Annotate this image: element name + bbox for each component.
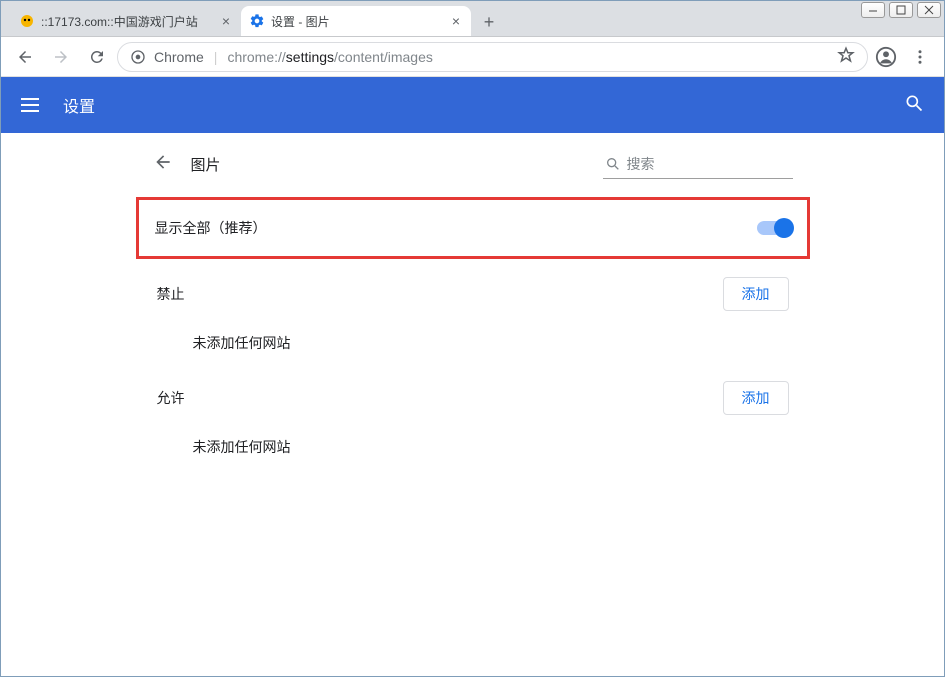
page-title: 图片 [191,154,221,175]
menu-icon[interactable] [21,98,45,112]
tab-0-close-icon[interactable]: × [219,13,233,29]
inline-search-input[interactable]: 搜索 [603,150,793,179]
profile-avatar-icon[interactable] [872,43,900,71]
settings-card: 图片 搜索 显示全部（推荐） 禁止 添加 未添加任何网站 允许 添加 未添加任何… [133,133,813,485]
inline-search-placeholder: 搜索 [627,154,655,174]
tab-1[interactable]: 设置 - 图片 × [241,6,471,36]
tab-1-title: 设置 - 图片 [271,13,443,30]
show-all-row: 显示全部（推荐） [136,197,810,259]
tab-0[interactable]: ::17173.com::中国游戏门户站 × [11,6,241,36]
allow-empty-text: 未添加任何网站 [157,437,789,457]
tab-1-favicon-icon [249,13,265,29]
tab-strip: ::17173.com::中国游戏门户站 × 设置 - 图片 × + [1,1,944,37]
minimize-button[interactable] [861,2,885,18]
block-add-button[interactable]: 添加 [723,277,789,311]
window-controls [857,0,945,15]
browser-menu-icon[interactable] [904,41,936,73]
url-scheme: Chrome [154,49,204,65]
address-bar[interactable]: Chrome | chrome://settings/content/image… [117,42,868,72]
browser-toolbar: Chrome | chrome://settings/content/image… [1,37,944,77]
settings-header: 设置 [1,77,944,133]
allow-section-title: 允许 [157,388,185,408]
tab-0-title: ::17173.com::中国游戏门户站 [41,13,213,30]
show-all-toggle[interactable] [757,221,791,235]
reload-button[interactable] [81,41,113,73]
block-section: 禁止 添加 未添加任何网站 [133,277,813,353]
allow-section: 允许 添加 未添加任何网站 [133,381,813,457]
block-section-title: 禁止 [157,284,185,304]
maximize-button[interactable] [889,2,913,18]
header-search-icon[interactable] [904,93,924,118]
close-window-button[interactable] [917,2,941,18]
back-arrow-icon[interactable] [153,152,173,177]
show-all-label: 显示全部（推荐） [155,218,267,238]
tab-0-favicon-icon [19,13,35,29]
bookmark-star-icon[interactable] [837,46,855,67]
settings-title: 设置 [63,93,95,117]
tab-1-close-icon[interactable]: × [449,13,463,29]
allow-add-button[interactable]: 添加 [723,381,789,415]
site-info-icon[interactable] [130,49,146,65]
block-empty-text: 未添加任何网站 [157,333,789,353]
url-text: chrome://settings/content/images [227,49,432,65]
back-button[interactable] [9,41,41,73]
forward-button[interactable] [45,41,77,73]
new-tab-button[interactable]: + [475,8,503,36]
